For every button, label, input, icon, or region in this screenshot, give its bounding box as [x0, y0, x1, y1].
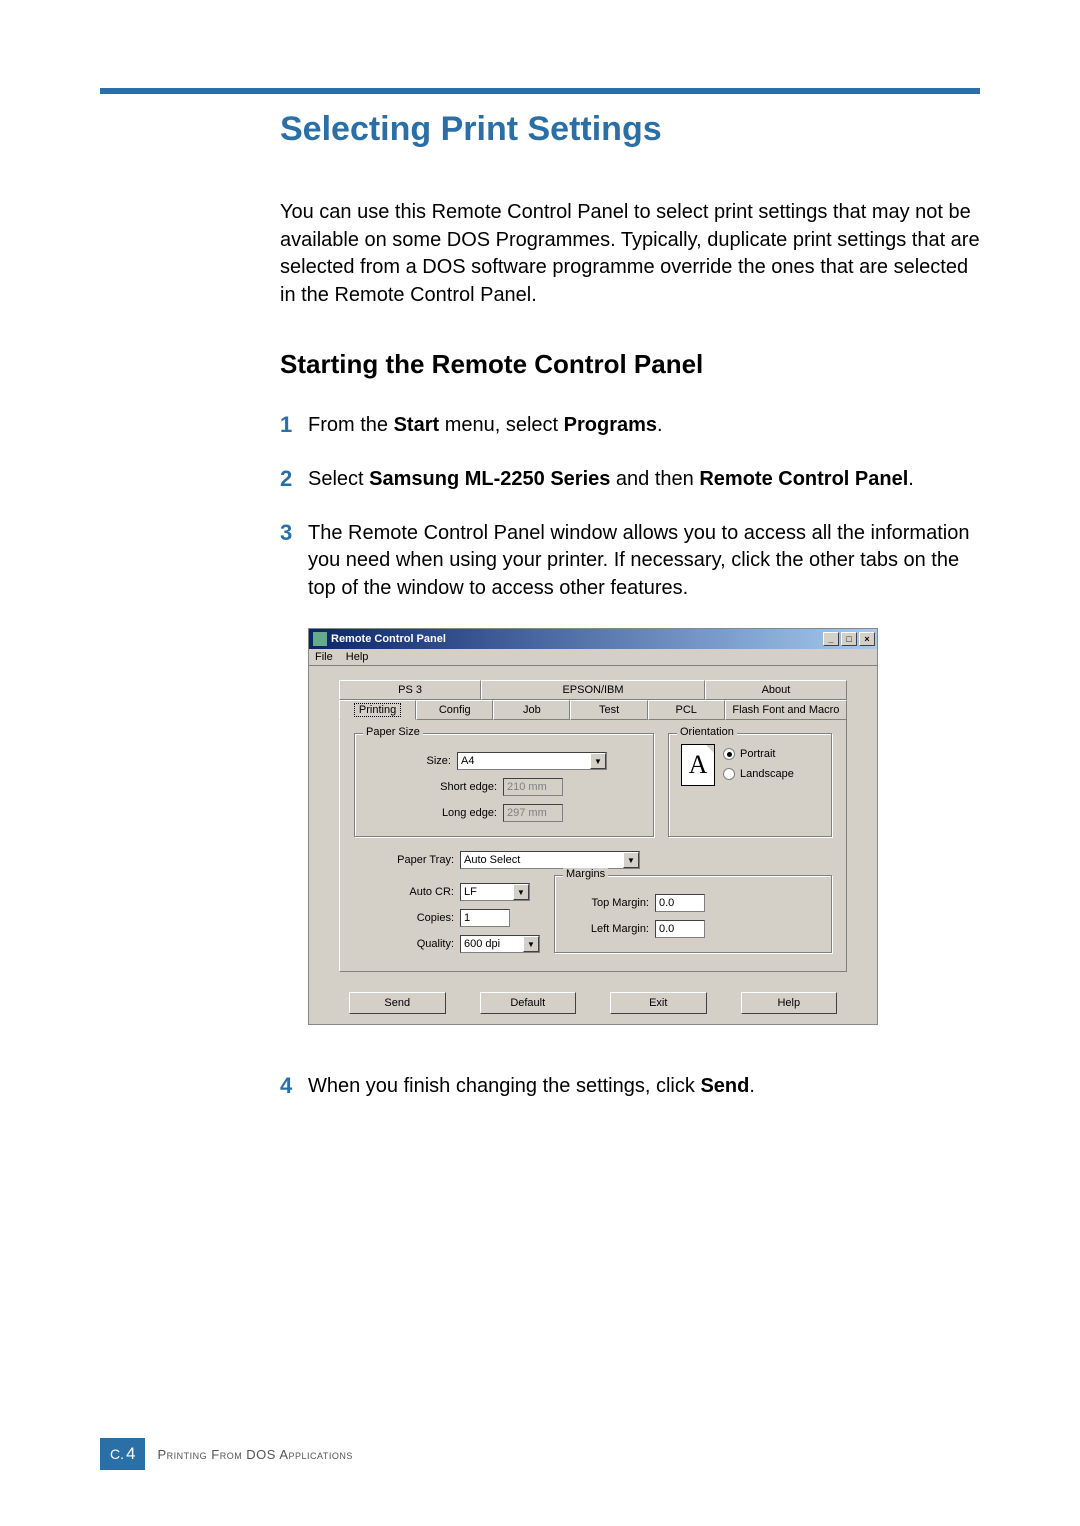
page-number-badge: C.4	[100, 1438, 145, 1470]
exit-button[interactable]: Exit	[610, 992, 707, 1014]
label-top-margin: Top Margin:	[567, 897, 649, 909]
send-button[interactable]: Send	[349, 992, 446, 1014]
legend-paper-size: Paper Size	[363, 726, 423, 738]
fieldset-orientation: Orientation A Portrait Landscape	[668, 733, 832, 837]
radio-landscape[interactable]: Landscape	[723, 768, 794, 780]
intro-paragraph: You can use this Remote Control Panel to…	[280, 199, 980, 309]
dropdown-arrow-icon: ▼	[513, 884, 529, 900]
label-copies: Copies:	[354, 912, 454, 924]
step-text: When you finish changing the settings, c…	[308, 1073, 980, 1101]
tab-row-bottom: Printing Config Job Test PCL Flash Font …	[339, 700, 847, 720]
step-1: 1 From the Start menu, select Programs.	[280, 412, 980, 440]
label-paper-tray: Paper Tray:	[354, 854, 454, 866]
dropdown-arrow-icon: ▼	[523, 936, 539, 952]
size-select[interactable]: A4 ▼	[457, 752, 607, 770]
page-title: Selecting Print Settings	[280, 110, 980, 149]
page-footer: C.4 Printing From DOS Applications	[100, 1438, 353, 1470]
fieldset-paper-size: Paper Size Size: A4 ▼ Short edge: 210 mm	[354, 733, 654, 837]
step-number: 2	[280, 466, 308, 494]
step-3: 3 The Remote Control Panel window allows…	[280, 520, 980, 603]
tab-ps3[interactable]: PS 3	[339, 680, 481, 700]
button-row: Send Default Exit Help	[339, 992, 847, 1014]
dropdown-arrow-icon: ▼	[590, 753, 606, 769]
menu-help[interactable]: Help	[346, 651, 369, 663]
maximize-button[interactable]: □	[841, 632, 857, 646]
radio-icon	[723, 768, 735, 780]
tab-about[interactable]: About	[705, 680, 847, 700]
left-margin-input[interactable]: 0.0	[655, 920, 705, 938]
tab-flash-font[interactable]: Flash Font and Macro	[725, 700, 847, 720]
long-edge-input: 297 mm	[503, 804, 563, 822]
orientation-preview-icon: A	[681, 744, 715, 786]
tab-config[interactable]: Config	[416, 700, 493, 720]
label-quality: Quality:	[354, 938, 454, 950]
label-long-edge: Long edge:	[367, 807, 497, 819]
step-text: Select Samsung ML-2250 Series and then R…	[308, 466, 980, 494]
step-text: From the Start menu, select Programs.	[308, 412, 980, 440]
quality-select[interactable]: 600 dpi ▼	[460, 935, 540, 953]
auto-cr-select[interactable]: LF ▼	[460, 883, 530, 901]
legend-orientation: Orientation	[677, 726, 737, 738]
copies-input[interactable]: 1	[460, 909, 510, 927]
footer-section-title: Printing From DOS Applications	[157, 1447, 352, 1462]
step-number: 3	[280, 520, 308, 603]
short-edge-input: 210 mm	[503, 778, 563, 796]
window-title: Remote Control Panel	[331, 633, 446, 645]
default-button[interactable]: Default	[480, 992, 577, 1014]
tab-panel-printing: Paper Size Size: A4 ▼ Short edge: 210 mm	[339, 719, 847, 972]
fieldset-margins: Margins Top Margin: 0.0 Left Margin: 0.0	[554, 875, 832, 953]
tab-pcl[interactable]: PCL	[648, 700, 725, 720]
top-rule	[100, 88, 980, 94]
label-short-edge: Short edge:	[367, 781, 497, 793]
radio-icon	[723, 748, 735, 760]
section-subtitle: Starting the Remote Control Panel	[280, 349, 980, 380]
paper-tray-select[interactable]: Auto Select ▼	[460, 851, 640, 869]
step-number: 4	[280, 1073, 308, 1101]
menu-bar: File Help	[309, 649, 877, 666]
step-4: 4 When you finish changing the settings,…	[280, 1073, 980, 1101]
close-button[interactable]: ×	[859, 632, 875, 646]
legend-margins: Margins	[563, 868, 608, 880]
tab-row-top: PS 3 EPSON/IBM About	[339, 680, 847, 700]
tab-job[interactable]: Job	[493, 700, 570, 720]
page-content: Selecting Print Settings You can use thi…	[280, 110, 980, 1101]
label-left-margin: Left Margin:	[567, 923, 649, 935]
minimize-button[interactable]: _	[823, 632, 839, 646]
dropdown-arrow-icon: ▼	[623, 852, 639, 868]
top-margin-input[interactable]: 0.0	[655, 894, 705, 912]
tab-printing[interactable]: Printing	[339, 700, 416, 720]
menu-file[interactable]: File	[315, 651, 333, 663]
tab-epson-ibm[interactable]: EPSON/IBM	[481, 680, 705, 700]
label-size: Size:	[367, 755, 451, 767]
app-icon	[313, 632, 327, 646]
tab-test[interactable]: Test	[570, 700, 647, 720]
label-auto-cr: Auto CR:	[354, 886, 454, 898]
title-bar[interactable]: Remote Control Panel _ □ ×	[309, 629, 877, 649]
help-button[interactable]: Help	[741, 992, 838, 1014]
step-number: 1	[280, 412, 308, 440]
rcp-window: Remote Control Panel _ □ × File Help PS …	[308, 628, 878, 1025]
step-text: The Remote Control Panel window allows y…	[308, 520, 980, 603]
step-2: 2 Select Samsung ML-2250 Series and then…	[280, 466, 980, 494]
radio-portrait[interactable]: Portrait	[723, 748, 794, 760]
